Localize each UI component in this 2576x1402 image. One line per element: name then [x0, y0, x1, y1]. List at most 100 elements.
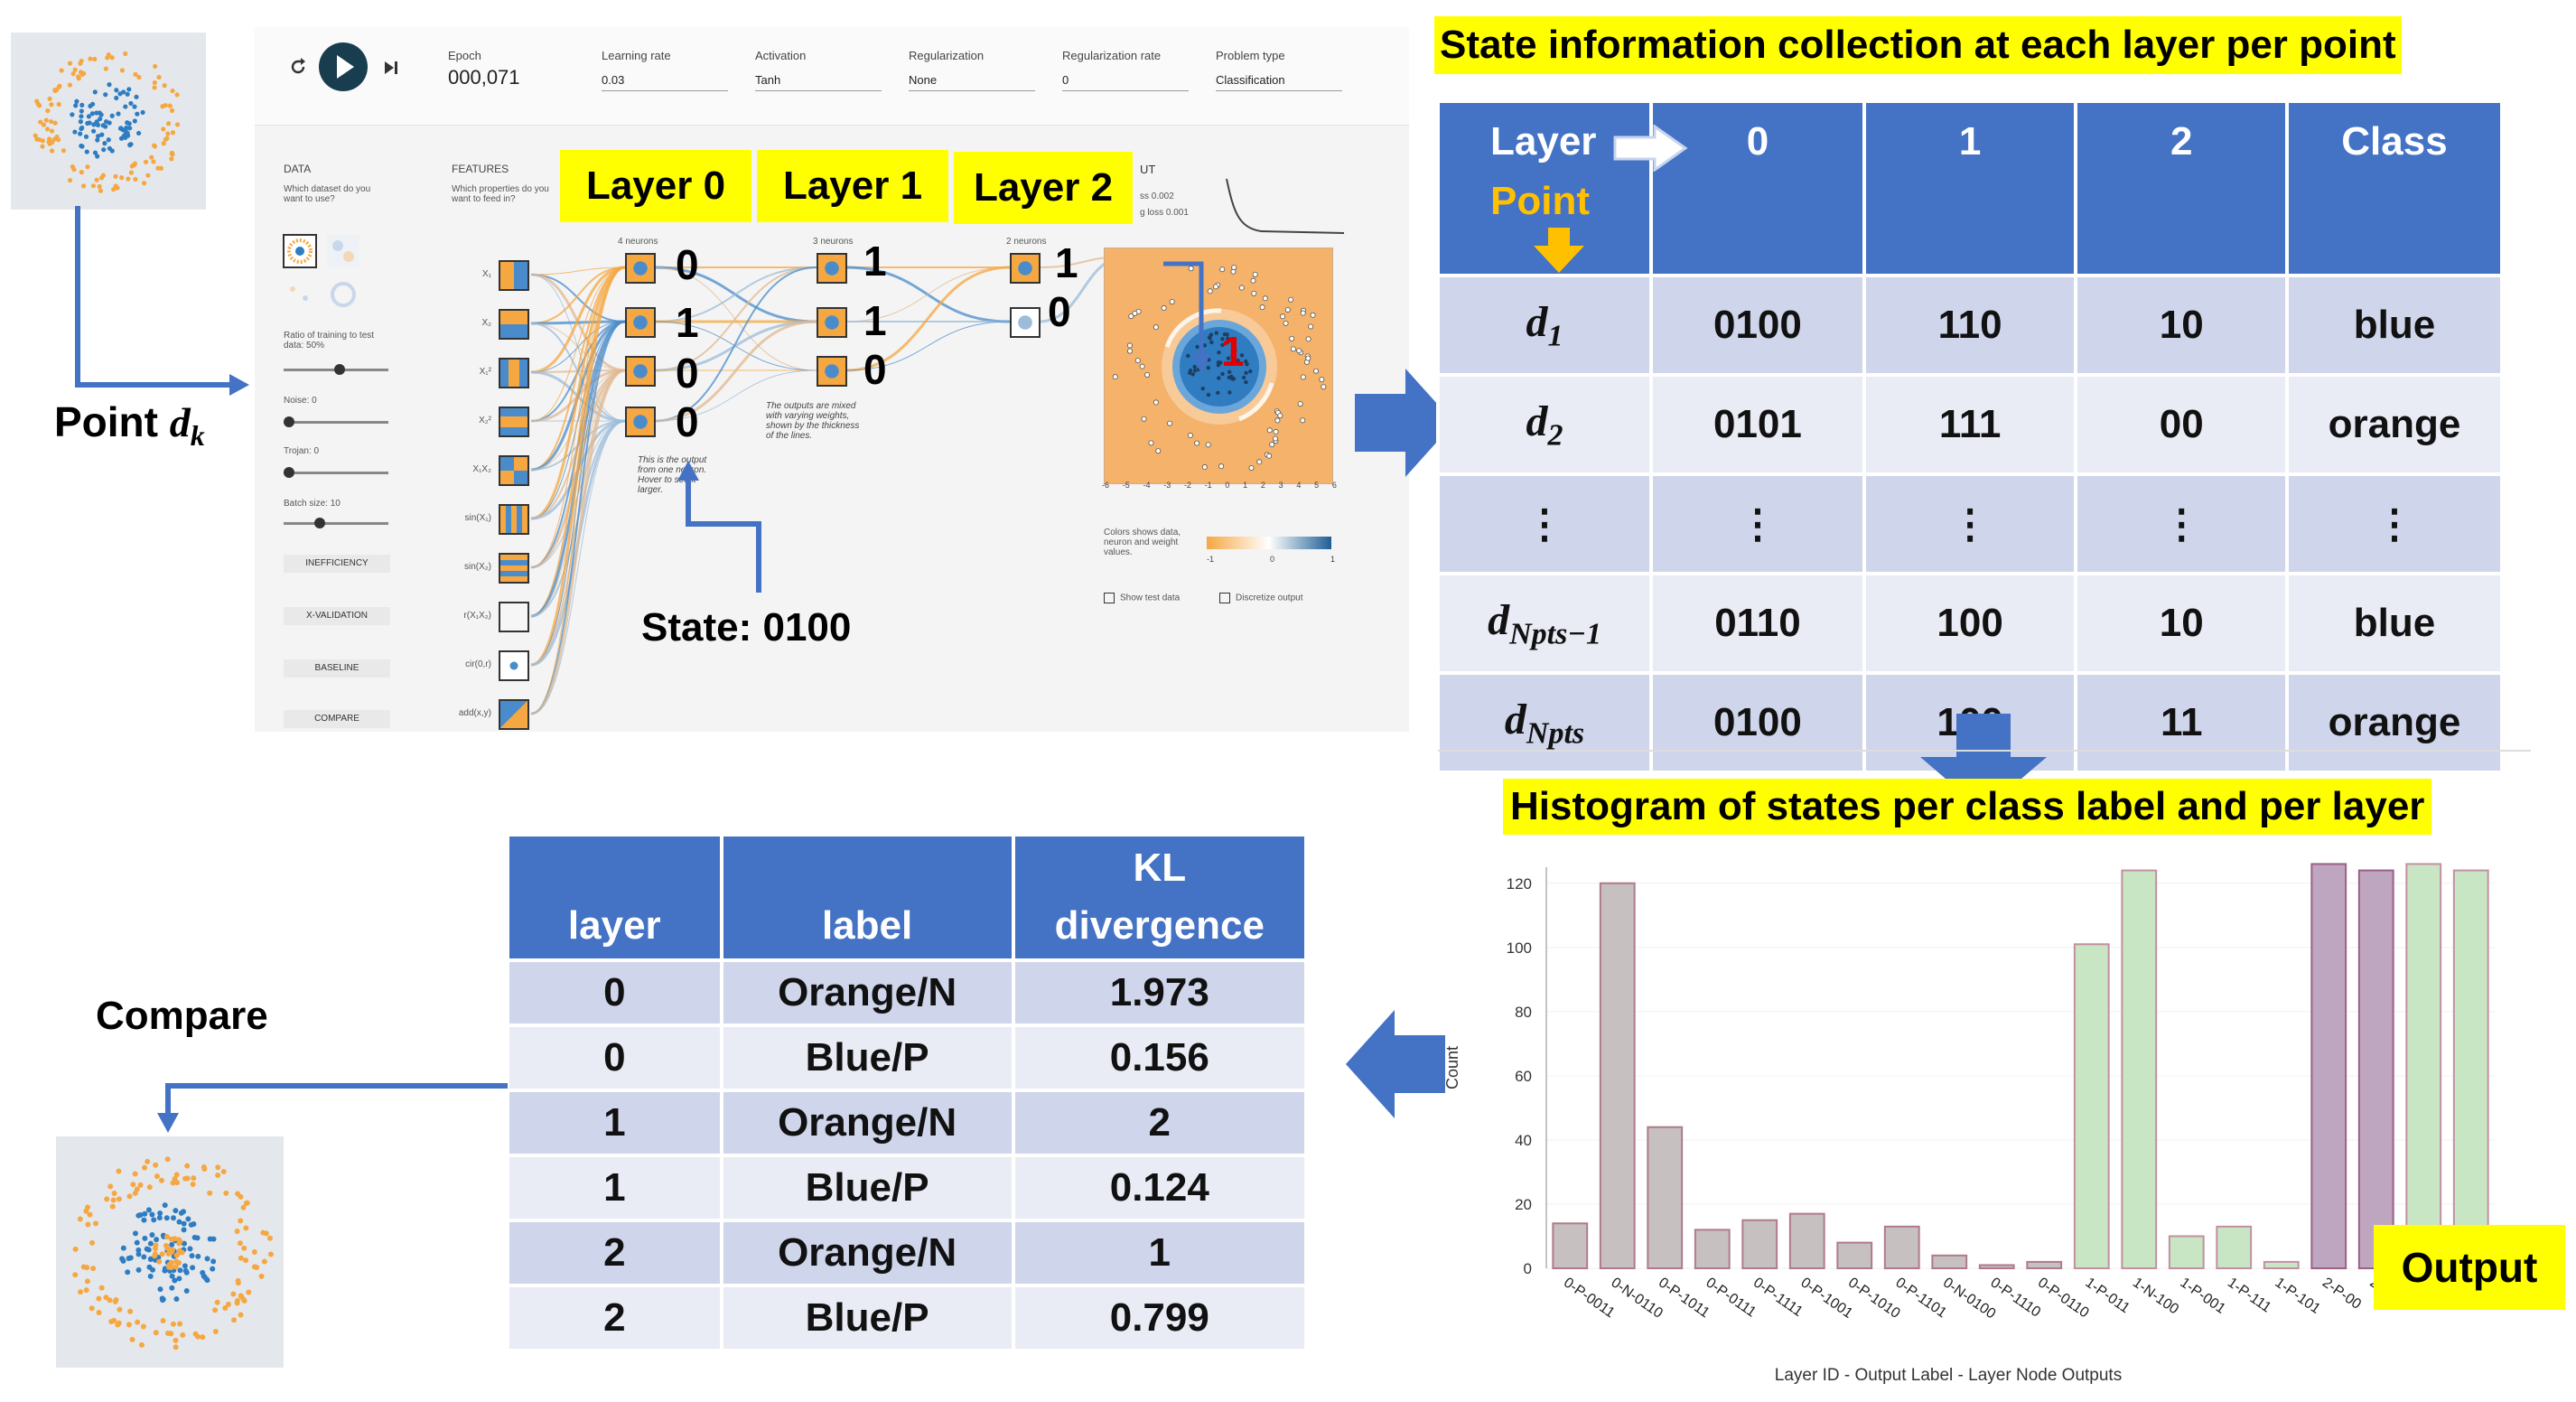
data-point: [212, 1307, 219, 1313]
layer2-neuron[interactable]: [1010, 307, 1041, 338]
data-point: [79, 58, 84, 64]
data-point: [1126, 348, 1133, 354]
layer0-neuron[interactable]: [625, 253, 656, 284]
activation-control[interactable]: Activation Tanh: [755, 49, 882, 91]
data-point: [173, 1172, 180, 1178]
inefficiency-button[interactable]: INEFFICIENCY: [284, 555, 390, 573]
point-name: d2: [1435, 373, 1654, 476]
data-point: [90, 1266, 97, 1272]
data-point: [99, 132, 105, 137]
feature-item[interactable]: sin(X₂): [443, 551, 529, 600]
point-marker: 1: [1221, 328, 1245, 375]
feature-item[interactable]: sin(X₁): [443, 502, 529, 551]
layer0-neuron[interactable]: [625, 307, 656, 338]
problem-type-select[interactable]: Classification: [1216, 73, 1342, 91]
histogram-bar: [2168, 1235, 2205, 1270]
activation-select[interactable]: Tanh: [755, 73, 882, 91]
data-point: [44, 126, 51, 132]
regularization-rate-control[interactable]: Regularization rate 0: [1062, 49, 1189, 91]
features-section: FEATURES Which properties do you want to…: [452, 163, 569, 204]
feature-item[interactable]: add(x,y): [443, 697, 529, 746]
training-loss: g loss 0.001: [1140, 208, 1189, 218]
show-test-data-checkbox[interactable]: Show test data: [1104, 593, 1180, 603]
data-point: [79, 114, 84, 119]
feature-item[interactable]: X₁X₂: [443, 453, 529, 502]
feature-item[interactable]: X₁: [443, 258, 529, 307]
ratio-slider[interactable]: [284, 364, 388, 375]
x-tick-label: 1-N-100: [2130, 1275, 2181, 1317]
data-point: [152, 85, 157, 90]
data-point: [118, 126, 124, 131]
layer1-state-digit: 0: [863, 346, 887, 393]
data-point: [140, 109, 145, 116]
data-point: [101, 147, 107, 153]
layer1-neuron[interactable]: [817, 253, 847, 284]
data-point: [149, 1232, 155, 1238]
layer1-neuron[interactable]: [817, 307, 847, 338]
x-validation-button[interactable]: X-VALIDATION: [284, 607, 390, 625]
compare-button[interactable]: COMPARE: [284, 710, 390, 728]
data-point: [73, 103, 79, 108]
data-point: [88, 56, 93, 61]
data-point: [158, 165, 164, 171]
data-point: [72, 1246, 79, 1252]
table-row: 0 Orange/N 1.973: [506, 958, 1309, 1027]
y-axis-label: Count: [1443, 1046, 1461, 1089]
activation-label: Activation: [755, 49, 807, 62]
point-dk-label: Point dk: [54, 398, 205, 453]
layer1-neuron[interactable]: [817, 356, 847, 387]
data-point: [170, 1321, 176, 1327]
table-cell: 0100: [1649, 274, 1866, 377]
epoch-block: Epoch 000,071: [448, 49, 520, 89]
batch-size-slider[interactable]: [284, 518, 388, 528]
loss-curve: [1226, 178, 1345, 234]
point-name: dNpts−1: [1435, 572, 1654, 675]
feature-item[interactable]: r(X₁X₂): [443, 600, 529, 649]
data-point: [164, 1156, 171, 1163]
data-point: [92, 150, 98, 155]
data-point: [204, 1256, 210, 1262]
layer2-neuron[interactable]: [1010, 253, 1041, 284]
regularization-label: Regularization: [909, 49, 985, 62]
play-button[interactable]: [318, 42, 369, 92]
data-point: [181, 1227, 187, 1233]
layer0-neuron[interactable]: [625, 407, 656, 437]
y-tick-label: 20: [1515, 1196, 1532, 1213]
learning-rate-select[interactable]: 0.03: [602, 73, 728, 91]
histogram-bar: [2026, 1260, 2063, 1269]
step-icon[interactable]: [383, 60, 399, 76]
learning-rate-control[interactable]: Learning rate 0.03: [602, 49, 728, 91]
discretize-output-checkbox[interactable]: Discretize output: [1219, 593, 1302, 603]
feature-item[interactable]: X₂²: [443, 405, 529, 453]
layer1-state-digit: 1: [863, 238, 887, 285]
trojan-slider[interactable]: [284, 467, 388, 478]
feature-item[interactable]: X₂: [443, 307, 529, 356]
data-point: [169, 1241, 175, 1248]
baseline-button[interactable]: BASELINE: [284, 659, 390, 678]
data-point: [67, 177, 73, 183]
data-point: [151, 1217, 157, 1223]
dataset-options[interactable]: [282, 233, 363, 314]
noise-slider[interactable]: [284, 416, 388, 427]
data-point: [161, 141, 166, 146]
data-point: [160, 1297, 166, 1304]
data-point: [107, 82, 112, 88]
feature-item[interactable]: cir(0,r): [443, 649, 529, 697]
problem-type-control[interactable]: Problem type Classification: [1216, 49, 1342, 91]
table-row: 1 Blue/P 0.124: [506, 1154, 1309, 1222]
table-cell: Blue/P: [719, 1284, 1015, 1352]
state-table: Layer Point 0 1 2 Class d1 0100 110 10 b…: [1435, 99, 2504, 774]
feature-item[interactable]: X₁²: [443, 356, 529, 405]
data-point: [40, 144, 45, 149]
reset-icon[interactable]: [287, 56, 309, 78]
regularization-control[interactable]: Regularization None: [909, 49, 1035, 91]
point-name: d1: [1435, 274, 1654, 377]
data-point: [167, 103, 173, 108]
x-tick-label: 0-P-1010: [1845, 1275, 1903, 1322]
data-point: [230, 1291, 237, 1297]
compare-dataset-thumbnail: [56, 1136, 284, 1368]
layer0-neuron[interactable]: [625, 356, 656, 387]
regularization-rate-select[interactable]: 0: [1062, 73, 1189, 91]
data-point: [85, 1221, 91, 1228]
regularization-select[interactable]: None: [909, 73, 1035, 91]
